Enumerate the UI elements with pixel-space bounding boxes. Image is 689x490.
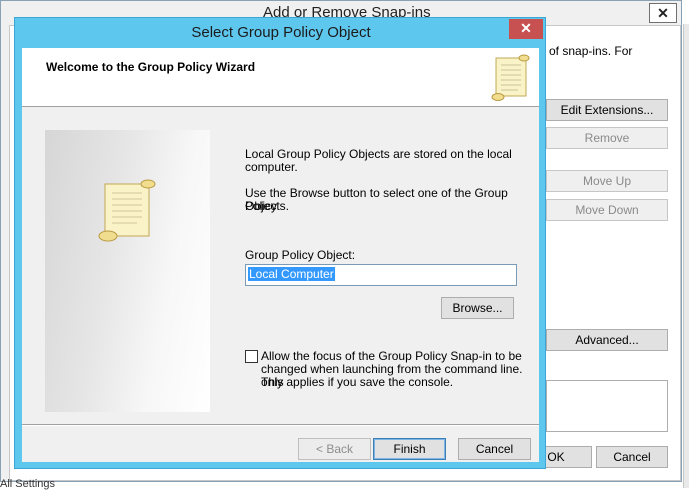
large-scroll-icon xyxy=(98,179,156,242)
browse-button[interactable]: Browse... xyxy=(441,297,514,319)
intro-text-line2: computer. xyxy=(245,160,298,174)
move-up-button[interactable]: Move Up xyxy=(546,170,668,192)
wizard-header: Welcome to the Group Policy Wizard xyxy=(22,48,539,107)
browse-text-line2: Objects. xyxy=(245,199,290,213)
allow-focus-checkbox[interactable] xyxy=(245,350,258,363)
edit-extensions-button[interactable]: Edit Extensions... xyxy=(546,99,668,121)
wizard-close-button[interactable]: ✕ xyxy=(509,19,543,39)
browse-text-line1: Use the Browse button to select one of t… xyxy=(245,186,508,213)
bg-description: of snap-ins. For xyxy=(549,44,633,58)
cancel-button[interactable]: Cancel xyxy=(458,438,531,460)
checkbox-text-line3: only applies if you save the console. xyxy=(261,375,454,389)
remove-button[interactable]: Remove xyxy=(546,127,668,149)
bg-close-button[interactable]: ✕ xyxy=(649,3,677,23)
scroll-icon xyxy=(491,54,530,101)
back-button[interactable]: < Back xyxy=(298,438,371,460)
wizard-side-graphic xyxy=(45,130,210,412)
wizard-client-area: Welcome to the Group Policy Wizard Local… xyxy=(22,48,539,462)
gpo-input[interactable]: Local Computer xyxy=(245,264,517,286)
wizard-heading: Welcome to the Group Policy Wizard xyxy=(46,60,256,74)
group-policy-wizard-window: Select Group Policy Object ✕ Welcome to … xyxy=(14,17,546,469)
advanced-button[interactable]: Advanced... xyxy=(546,329,668,351)
bg-cancel-button[interactable]: Cancel xyxy=(596,446,668,468)
move-down-button[interactable]: Move Down xyxy=(546,199,668,221)
snapin-description-box xyxy=(546,380,668,432)
gpo-input-value: Local Computer xyxy=(248,267,335,281)
wizard-separator xyxy=(22,424,539,426)
gpo-label: Group Policy Object: xyxy=(245,248,356,262)
bg-bottom-fragment: All Settings xyxy=(0,478,56,490)
bg-scrollbar[interactable] xyxy=(683,24,689,488)
finish-button[interactable]: Finish xyxy=(373,438,446,460)
wizard-title: Select Group Policy Object xyxy=(191,24,371,41)
